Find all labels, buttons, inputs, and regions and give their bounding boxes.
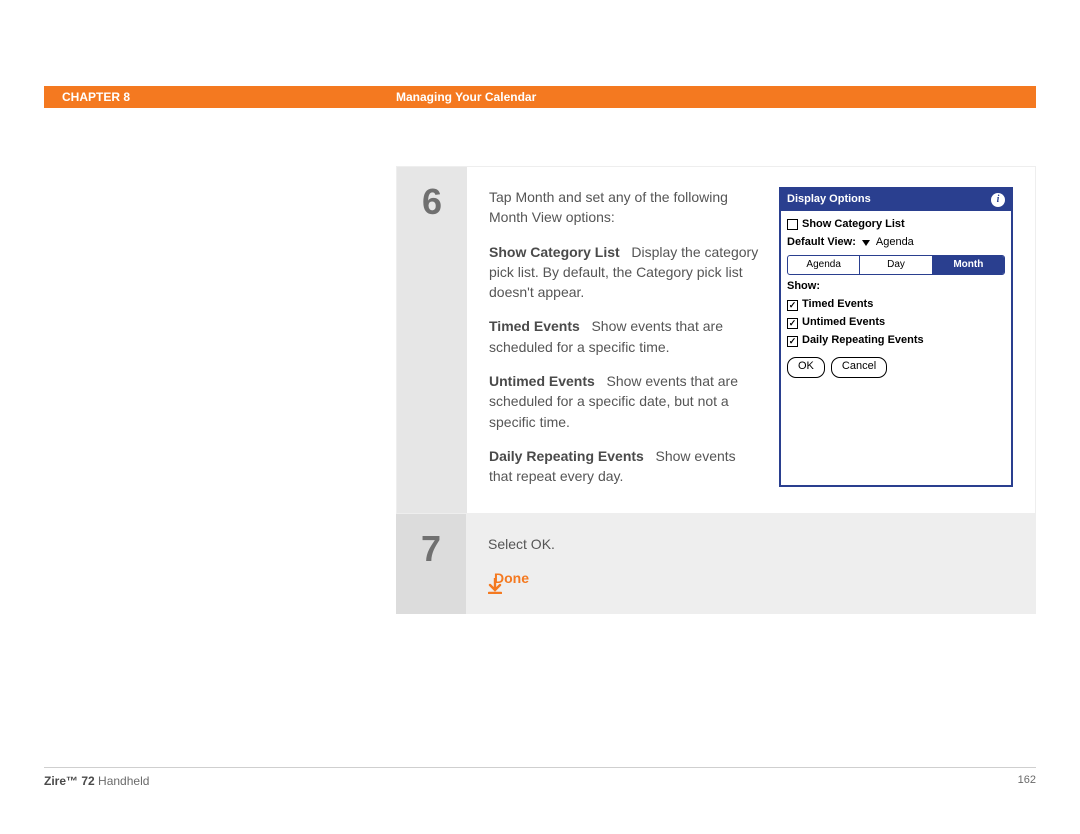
checkbox-checked-icon[interactable] bbox=[787, 318, 798, 329]
palm-cancel-button[interactable]: Cancel bbox=[831, 357, 887, 378]
option-daily-repeating: Daily Repeating Events Show events that … bbox=[489, 446, 759, 487]
step-body: Select OK. Done bbox=[466, 514, 1036, 615]
palm-display-options-dialog: Display Options i Show Category List Def… bbox=[779, 187, 1013, 487]
step-text: Tap Month and set any of the following M… bbox=[489, 187, 759, 487]
palm-tabs: Agenda Day Month bbox=[787, 255, 1005, 276]
palm-tab-agenda[interactable]: Agenda bbox=[788, 256, 860, 275]
step-body: Tap Month and set any of the following M… bbox=[467, 167, 1035, 513]
palm-dialog-title-bar: Display Options i bbox=[781, 189, 1011, 211]
step-text: Select OK. Done bbox=[488, 534, 1014, 589]
palm-show-category-label: Show Category List bbox=[802, 217, 905, 233]
step-number: 7 bbox=[396, 514, 466, 615]
option-untimed-events: Untimed Events Show events that are sche… bbox=[489, 371, 759, 432]
palm-button-row: OK Cancel bbox=[787, 357, 1005, 378]
dropdown-arrow-icon[interactable] bbox=[862, 240, 870, 246]
product-rest: Handheld bbox=[95, 774, 150, 788]
product-name: Zire™ 72 Handheld bbox=[44, 774, 149, 788]
page-number: 162 bbox=[1018, 774, 1036, 788]
palm-ok-button[interactable]: OK bbox=[787, 357, 825, 378]
palm-show-text: Show: bbox=[787, 279, 820, 295]
palm-dialog-body: Show Category List Default View: Agenda … bbox=[781, 211, 1011, 386]
info-icon[interactable]: i bbox=[991, 193, 1005, 207]
chapter-label: CHAPTER 8 bbox=[62, 90, 130, 104]
content-area: 6 Tap Month and set any of the following… bbox=[396, 166, 1036, 614]
palm-option-daily-repeating[interactable]: Daily Repeating Events bbox=[787, 333, 1005, 349]
option-lead: Untimed Events bbox=[489, 373, 595, 389]
palm-option-label: Daily Repeating Events bbox=[802, 333, 924, 349]
section-title: Managing Your Calendar bbox=[396, 90, 536, 104]
checkbox-checked-icon[interactable] bbox=[787, 300, 798, 311]
checkbox-icon[interactable] bbox=[787, 219, 798, 230]
step-instruction: Select OK. bbox=[488, 534, 1014, 554]
palm-row-show-category[interactable]: Show Category List bbox=[787, 217, 1005, 233]
step-7: 7 Select OK. Done bbox=[396, 514, 1036, 615]
page-footer: Zire™ 72 Handheld 162 bbox=[44, 767, 1036, 788]
done-indicator: Done bbox=[488, 568, 1014, 588]
option-lead: Timed Events bbox=[489, 318, 580, 334]
palm-default-view-label: Default View: bbox=[787, 235, 856, 251]
palm-option-label: Timed Events bbox=[802, 297, 873, 313]
palm-option-untimed[interactable]: Untimed Events bbox=[787, 315, 1005, 331]
step-6: 6 Tap Month and set any of the following… bbox=[396, 166, 1036, 514]
checkbox-checked-icon[interactable] bbox=[787, 336, 798, 347]
option-lead: Show Category List bbox=[489, 244, 620, 260]
step-intro: Tap Month and set any of the following M… bbox=[489, 187, 759, 228]
option-show-category: Show Category List Display the category … bbox=[489, 242, 759, 303]
step-number: 6 bbox=[397, 167, 467, 513]
palm-dialog-title: Display Options bbox=[787, 192, 871, 208]
option-lead: Daily Repeating Events bbox=[489, 448, 644, 464]
palm-default-view-value: Agenda bbox=[876, 235, 914, 251]
palm-option-label: Untimed Events bbox=[802, 315, 885, 331]
option-timed-events: Timed Events Show events that are schedu… bbox=[489, 316, 759, 357]
palm-option-timed[interactable]: Timed Events bbox=[787, 297, 1005, 313]
palm-row-default-view[interactable]: Default View: Agenda bbox=[787, 235, 1005, 251]
product-bold: Zire™ 72 bbox=[44, 774, 95, 788]
palm-tab-month[interactable]: Month bbox=[933, 256, 1004, 275]
palm-tab-day[interactable]: Day bbox=[860, 256, 932, 275]
palm-show-label: Show: bbox=[787, 279, 1005, 295]
page-header: CHAPTER 8 Managing Your Calendar bbox=[44, 86, 1036, 108]
